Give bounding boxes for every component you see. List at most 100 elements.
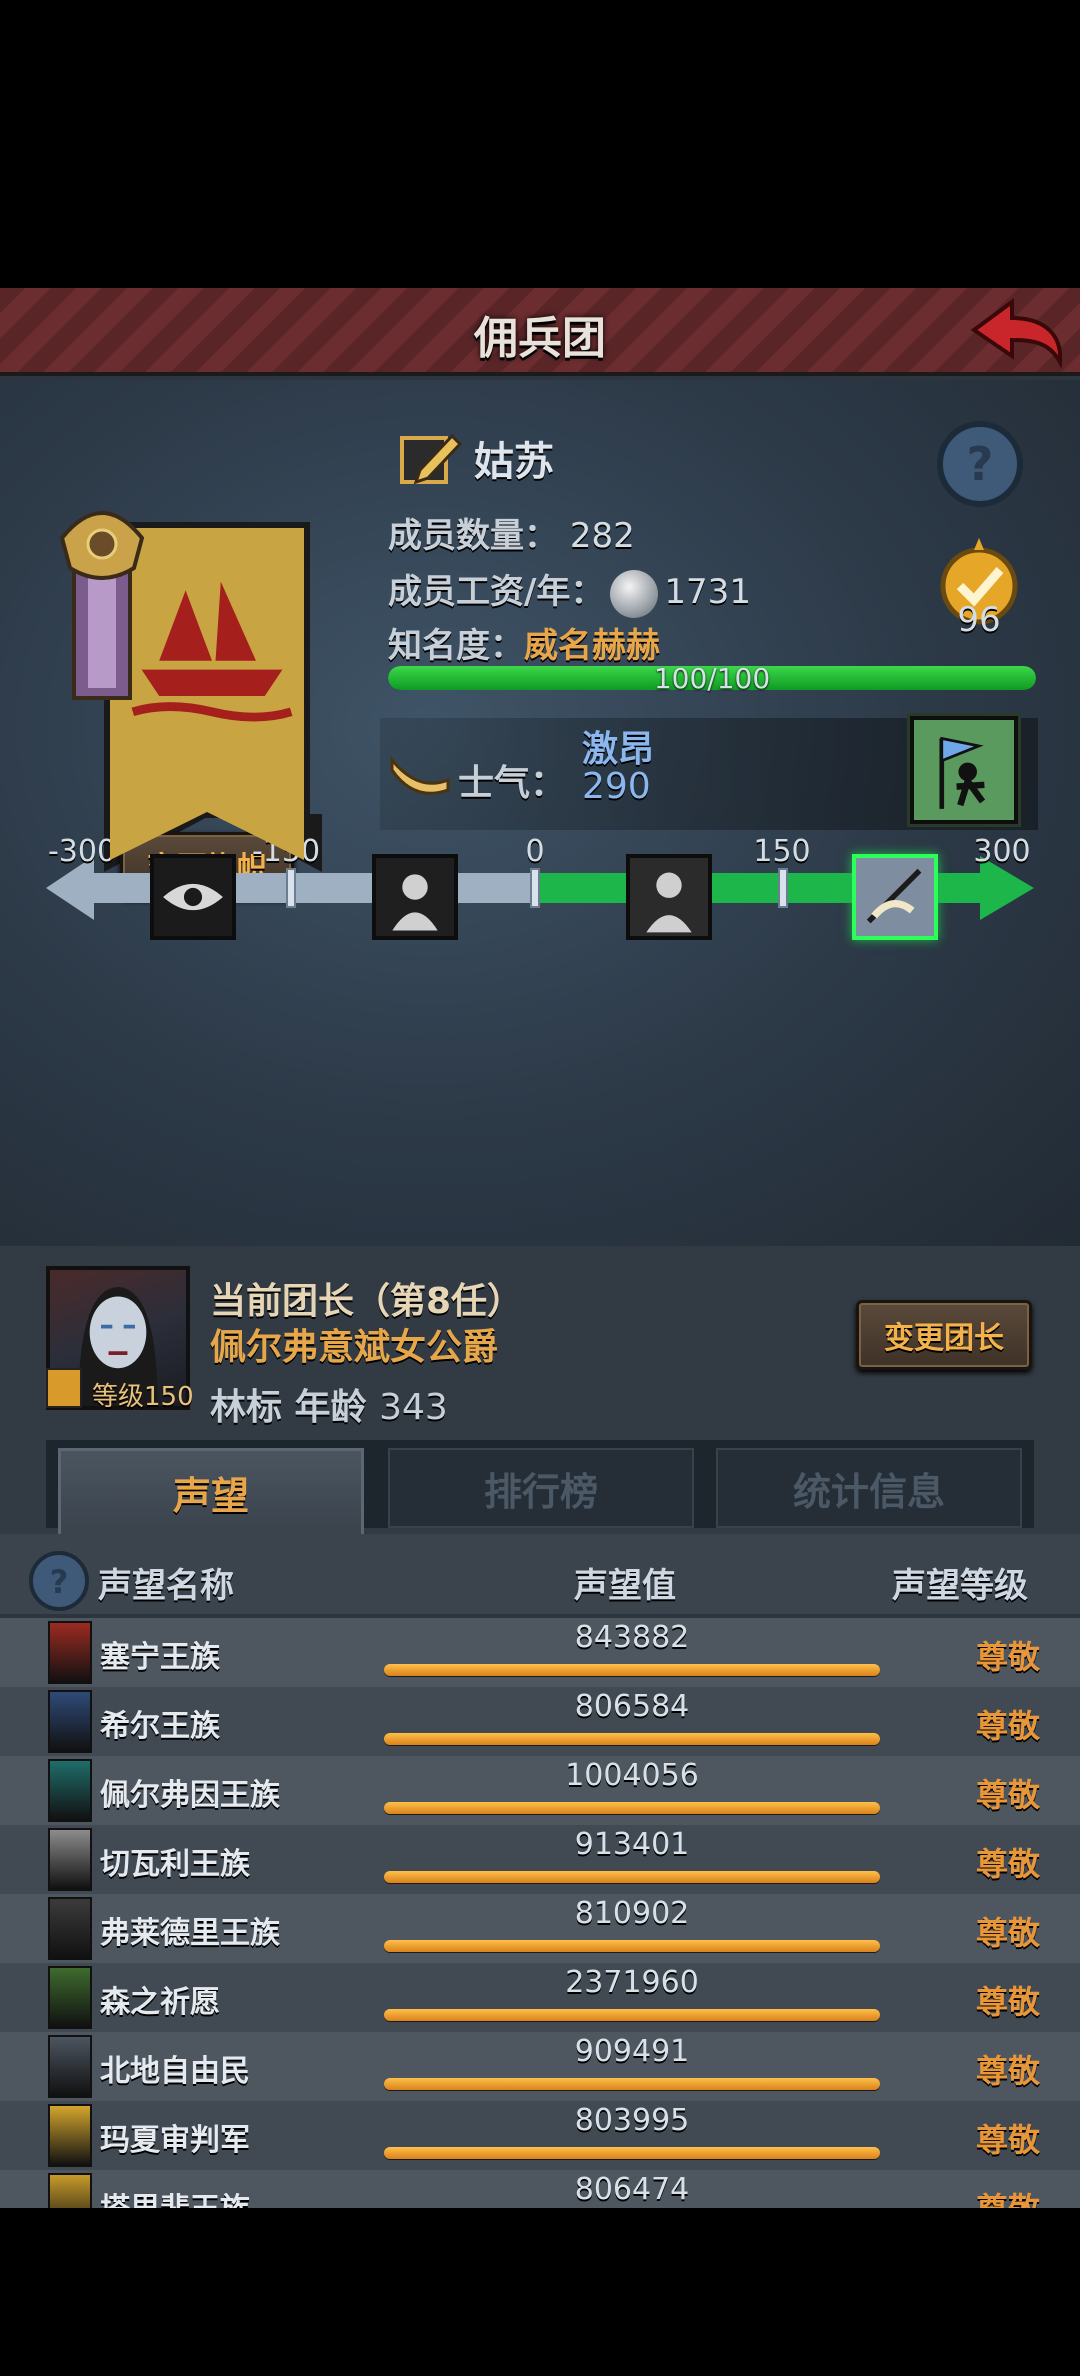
- members-label: 成员数量：: [388, 516, 558, 556]
- leader-title: 当前团长（第8任）: [210, 1281, 524, 1322]
- reputation-row[interactable]: 弗莱德里王族 810902 尊敬: [0, 1894, 1080, 1963]
- reputation-row[interactable]: 塔里裴王族 806474 尊敬: [0, 2170, 1080, 2208]
- tab-leaderboard[interactable]: 排行榜: [388, 1448, 694, 1528]
- faction-emblem-icon: [48, 2035, 92, 2098]
- faction-name: 北地自由民: [100, 2054, 250, 2089]
- faction-emblem-icon: [48, 1690, 92, 1753]
- reputation-level: 尊敬: [975, 2121, 1040, 2159]
- charge-morale-icon[interactable]: [852, 854, 938, 940]
- faction-name: 玛夏审判军: [100, 2123, 250, 2158]
- faction-name: 塔里裴王族: [100, 2184, 250, 2208]
- members-row: 成员数量： 282: [388, 508, 635, 557]
- fame-label: 知名度：: [388, 626, 524, 666]
- level-icon: [46, 1368, 82, 1408]
- reputation-level: 尊敬: [975, 1914, 1040, 1952]
- reputation-value: 1004056: [565, 1758, 699, 1793]
- faction-name: 弗莱德里王族: [100, 1916, 280, 1951]
- reputation-value: 806474: [574, 2172, 690, 2207]
- reputation-level: 尊敬: [975, 1776, 1040, 1814]
- faction-emblem-icon: [48, 2104, 92, 2167]
- guild-name: 姑苏: [474, 439, 554, 485]
- help-icon[interactable]: ?: [936, 420, 1024, 508]
- reputation-level: 尊敬: [975, 1983, 1040, 2021]
- column-header-level: 声望等级: [892, 1566, 1028, 1606]
- tab-statistics[interactable]: 统计信息: [716, 1448, 1022, 1528]
- reputation-bar: [384, 1802, 880, 1814]
- morale-label: 士气：: [458, 763, 567, 804]
- scale-label: 150: [753, 834, 811, 869]
- faction-emblem-icon: [48, 1759, 92, 1822]
- reputation-bar: [384, 2078, 880, 2090]
- scale-label: 0: [525, 834, 545, 869]
- back-arrow-icon[interactable]: [966, 296, 1066, 368]
- faction-emblem-icon: [48, 1828, 92, 1891]
- reputation-level: 尊敬: [976, 2184, 1040, 2208]
- header-bar: 佣兵团: [0, 288, 1080, 376]
- reputation-level: 尊敬: [975, 2052, 1040, 2090]
- reputation-row[interactable]: 切瓦利王族 913401 尊敬: [0, 1825, 1080, 1894]
- leader-age: 343: [379, 1387, 448, 1428]
- reputation-bar: [384, 1940, 880, 1952]
- tab-reputation[interactable]: 声望: [58, 1448, 364, 1534]
- svg-text:?: ?: [967, 437, 994, 491]
- ship-emblem-icon: [131, 581, 293, 722]
- reputation-value: 843882: [574, 1620, 690, 1655]
- calm-morale-icon[interactable]: [626, 854, 712, 940]
- faction-emblem-icon: [48, 1897, 92, 1960]
- crest-icon: [59, 511, 145, 700]
- reputation-row[interactable]: 希尔王族 806584 尊敬: [0, 1687, 1080, 1756]
- reputation-bar: [384, 1733, 880, 1745]
- scale-tick: [530, 868, 540, 908]
- page-title: 佣兵团: [474, 313, 606, 364]
- reputation-level: 尊敬: [975, 1845, 1040, 1883]
- horn-icon: [390, 755, 450, 795]
- change-leader-button[interactable]: 变更团长: [856, 1300, 1032, 1370]
- morale-flag-icon[interactable]: [910, 716, 1018, 824]
- reputation-level: 尊敬: [975, 1707, 1040, 1745]
- morale-value: 290: [582, 766, 651, 807]
- column-header-value: 声望值: [574, 1566, 676, 1606]
- reputation-row[interactable]: 塞宁王族 843882 尊敬: [0, 1618, 1080, 1687]
- mercenary-screen: 佣兵团 变更旗帜 姑苏 ?: [0, 288, 1080, 2208]
- faction-emblem-icon: [48, 2173, 92, 2208]
- reputation-row[interactable]: 北地自由民 909491 尊敬: [0, 2032, 1080, 2101]
- leader-meta-label: 林标 年龄: [210, 1387, 367, 1428]
- members-value: 282: [569, 516, 635, 556]
- despair-morale-icon[interactable]: [372, 854, 458, 940]
- reputation-value: 913401: [574, 1827, 690, 1862]
- fame-row: 知名度：威名赫赫: [388, 618, 660, 667]
- medal-value: 96: [957, 600, 1001, 640]
- reputation-value: 810902: [574, 1896, 690, 1931]
- svg-text:?: ?: [50, 1563, 69, 1601]
- reputation-value: 803995: [574, 2103, 690, 2138]
- bottom-black-bar: [0, 2208, 1080, 2376]
- column-header-name: 声望名称: [98, 1566, 234, 1606]
- reputation-bar: [384, 1664, 880, 1676]
- reputation-row[interactable]: 玛夏审判军 803995 尊敬: [0, 2101, 1080, 2170]
- leader-level: 等级150: [92, 1382, 194, 1412]
- scale-label: 300: [973, 834, 1031, 869]
- scale-label: -300: [47, 834, 117, 869]
- top-black-bar: [0, 0, 1080, 288]
- reputation-bar: [384, 2009, 880, 2021]
- faction-emblem-icon: [48, 1966, 92, 2029]
- leader-meta: 林标 年龄 343: [210, 1378, 448, 1430]
- silver-coin-icon: [610, 569, 659, 618]
- scale-tick: [286, 868, 296, 908]
- eye-morale-icon[interactable]: [150, 854, 236, 940]
- salary-value: 1731: [664, 572, 751, 612]
- edit-name-icon[interactable]: [398, 428, 462, 488]
- morale-status: 激昂: [582, 729, 655, 770]
- reputation-row[interactable]: 森之祈愿 2371960 尊敬: [0, 1963, 1080, 2032]
- reputation-bar: [384, 2147, 880, 2159]
- fame-progress-text: 100/100: [653, 662, 771, 695]
- reputation-level: 尊敬: [975, 1638, 1040, 1676]
- faction-name: 森之祈愿: [100, 1985, 220, 2020]
- salary-label: 成员工资/年：: [388, 572, 605, 612]
- reputation-row[interactable]: 佩尔弗因王族 1004056 尊敬: [0, 1756, 1080, 1825]
- reputation-value: 806584: [574, 1689, 690, 1724]
- faction-name: 佩尔弗因王族: [100, 1778, 280, 1813]
- fame-value: 威名赫赫: [524, 626, 660, 666]
- faction-name: 希尔王族: [100, 1709, 220, 1744]
- help-icon[interactable]: ?: [28, 1550, 90, 1612]
